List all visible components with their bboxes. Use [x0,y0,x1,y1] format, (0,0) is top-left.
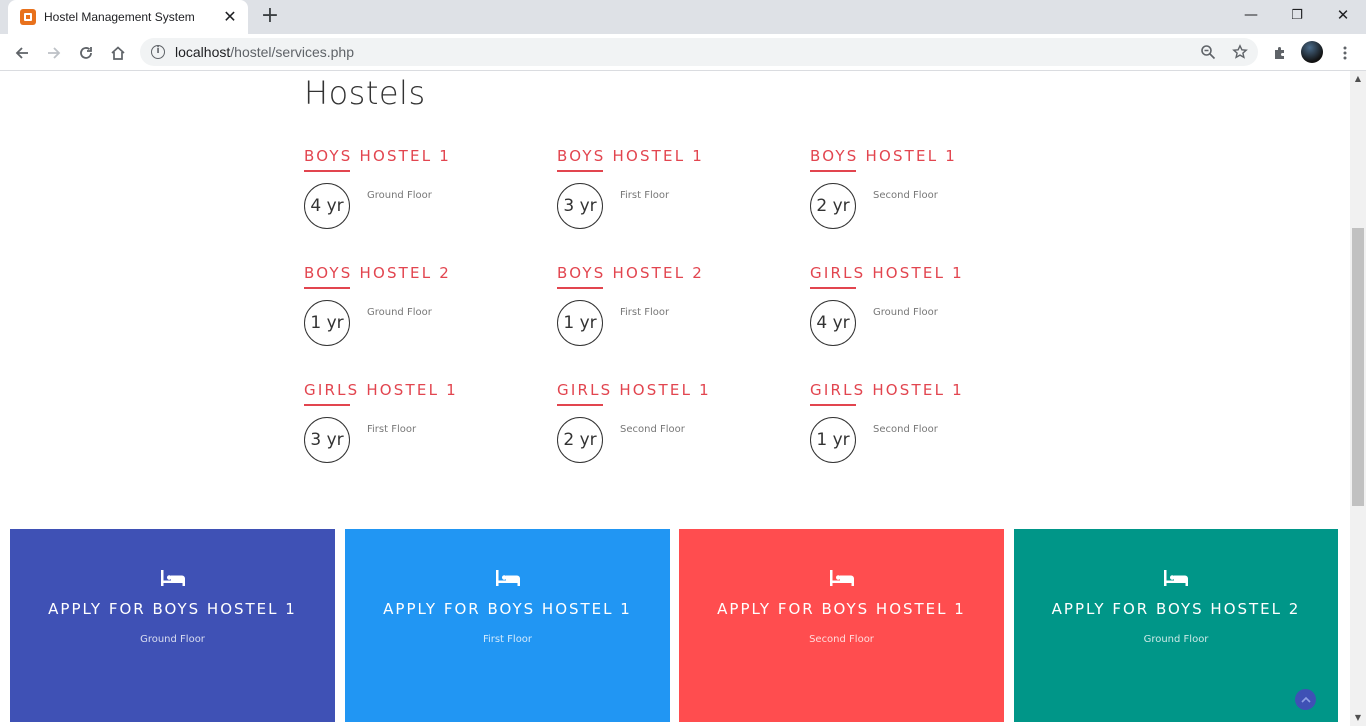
title-underline [304,170,350,172]
tab-close-icon[interactable]: ✕ [222,9,238,25]
bed-icon [160,570,185,586]
floor-label: Second Floor [620,424,685,435]
floor-label: First Floor [620,307,670,318]
apply-card-boys-hostel-1-first[interactable]: Apply for Boys Hostel 1 First Floor [345,529,670,722]
years-badge: 1 yr [557,300,603,346]
scroll-up-arrow-icon[interactable]: ▲ [1350,71,1366,87]
hostel-name: Girls Hostel 1 [304,381,458,399]
hostel-name: Boys Hostel 1 [557,147,704,165]
floor-label: Ground Floor [873,307,938,318]
address-bar[interactable]: i localhost/hostel/services.php [140,38,1258,66]
title-underline [557,404,603,406]
card-title: Apply for Boys Hostel 2 [1051,600,1301,618]
back-arrow-icon[interactable] [8,39,36,67]
apply-card-boys-hostel-1-second[interactable]: Apply for Boys Hostel 1 Second Floor [679,529,1004,722]
card-floor: First Floor [482,634,533,645]
site-info-icon[interactable]: i [151,45,165,59]
title-underline [810,170,856,172]
tab-strip: Hostel Management System ✕ + — ❐ ✕ [0,0,1366,34]
hostel-name: Boys Hostel 1 [810,147,957,165]
title-underline [810,404,856,406]
floor-label: Ground Floor [367,190,432,201]
hostel-name: Boys Hostel 2 [557,264,704,282]
browser-tab[interactable]: Hostel Management System ✕ [8,0,248,34]
card-title: Apply for Boys Hostel 1 [717,600,966,618]
hostel-item: Girls Hostel 1 4 yr Ground Floor [810,264,1040,364]
hostel-item: Boys Hostel 2 1 yr First Floor [557,264,787,364]
bed-icon [1164,570,1188,586]
new-tab-button[interactable]: + [258,5,282,29]
hostel-item: Girls Hostel 1 2 yr Second Floor [557,381,787,481]
hostel-item: Boys Hostel 1 4 yr Ground Floor [304,147,534,247]
card-floor: Ground Floor [140,634,205,645]
hostel-item: Girls Hostel 1 1 yr Second Floor [810,381,1040,481]
hostel-name: Girls Hostel 1 [810,381,964,399]
hostel-name: Boys Hostel 2 [304,264,451,282]
forward-arrow-icon[interactable] [40,39,68,67]
years-badge: 2 yr [810,183,856,229]
title-underline [557,170,603,172]
floor-label: Ground Floor [367,307,432,318]
profile-avatar[interactable] [1301,41,1323,63]
bookmark-star-icon[interactable] [1226,38,1254,66]
window-minimize-button[interactable]: — [1228,0,1274,30]
back-to-top-button[interactable] [1295,689,1316,710]
url-path: /hostel/services.php [230,44,354,60]
years-badge: 4 yr [810,300,856,346]
years-badge: 3 yr [304,417,350,463]
hostel-name: Girls Hostel 1 [557,381,711,399]
card-title: Apply for Boys Hostel 1 [48,600,297,618]
years-badge: 1 yr [304,300,350,346]
years-badge: 2 yr [557,417,603,463]
apply-card-boys-hostel-1-ground[interactable]: Apply for Boys Hostel 1 Ground Floor [10,529,335,722]
floor-label: Second Floor [873,190,938,201]
title-underline [304,404,350,406]
reload-icon[interactable] [72,39,100,67]
chevron-up-icon [1300,696,1311,703]
menu-kebab-icon[interactable] [1331,39,1359,67]
floor-label: First Floor [367,424,417,435]
title-underline [810,287,856,289]
title-underline [557,287,603,289]
url-host: localhost [175,44,231,60]
bed-icon [495,570,520,586]
extensions-puzzle-icon[interactable] [1266,39,1294,67]
page-scrollbar[interactable]: ▲ ▼ [1350,71,1366,726]
scrollbar-thumb[interactable] [1352,228,1364,506]
hostel-name: Boys Hostel 1 [304,147,451,165]
apply-card-boys-hostel-2-ground[interactable]: Apply for Boys Hostel 2 Ground Floor [1014,529,1338,722]
title-underline [304,287,350,289]
url-text[interactable]: localhost/hostel/services.php [175,44,1194,60]
page-viewport: Hostels Boys Hostel 1 4 yr Ground Floor … [0,71,1350,726]
window-restore-button[interactable]: ❐ [1274,0,1320,30]
hostel-item: Boys Hostel 1 3 yr First Floor [557,147,787,247]
hostel-item: Girls Hostel 1 3 yr First Floor [304,381,534,481]
hostel-item: Boys Hostel 2 1 yr Ground Floor [304,264,534,364]
scroll-down-arrow-icon[interactable]: ▼ [1350,710,1366,726]
floor-label: First Floor [620,190,670,201]
years-badge: 1 yr [810,417,856,463]
years-badge: 4 yr [304,183,350,229]
tab-title: Hostel Management System [44,10,195,24]
card-floor: Second Floor [809,634,874,645]
home-icon[interactable] [104,39,132,67]
card-title: Apply for Boys Hostel 1 [383,600,632,618]
card-floor: Ground Floor [1143,634,1209,645]
years-badge: 3 yr [557,183,603,229]
window-close-button[interactable]: ✕ [1320,0,1366,30]
floor-label: Second Floor [873,424,938,435]
page-title: Hostels [304,74,426,112]
hostel-item: Boys Hostel 1 2 yr Second Floor [810,147,1040,247]
xampp-favicon-icon [20,9,36,25]
zoom-icon[interactable] [1194,38,1222,66]
bed-icon [829,570,854,586]
browser-toolbar: i localhost/hostel/services.php [0,34,1366,71]
hostel-name: Girls Hostel 1 [810,264,964,282]
